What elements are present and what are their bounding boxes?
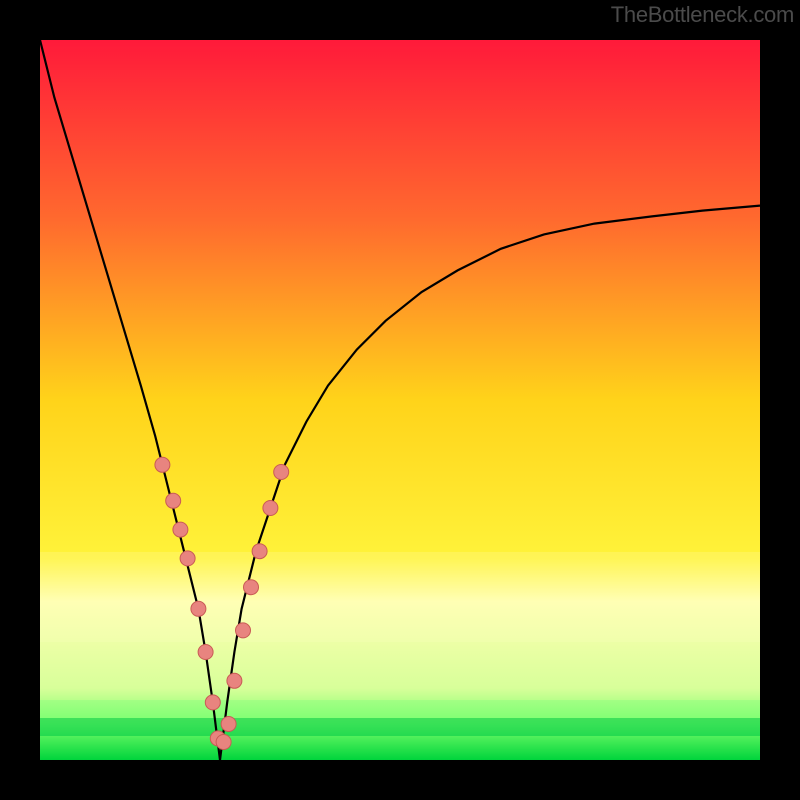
marker-point bbox=[263, 501, 278, 516]
marker-point bbox=[205, 695, 220, 710]
marker-point bbox=[227, 673, 242, 688]
marker-point bbox=[274, 465, 289, 480]
marker-point bbox=[180, 551, 195, 566]
plot-background bbox=[40, 40, 760, 760]
marker-point bbox=[166, 493, 181, 508]
marker-point bbox=[236, 623, 251, 638]
marker-point bbox=[252, 544, 267, 559]
watermark: TheBottleneck.com bbox=[611, 2, 794, 28]
marker-point bbox=[155, 457, 170, 472]
marker-point bbox=[191, 601, 206, 616]
marker-point bbox=[244, 580, 259, 595]
marker-point bbox=[173, 522, 188, 537]
marker-point bbox=[216, 735, 231, 750]
chart-canvas bbox=[0, 0, 800, 800]
marker-point bbox=[198, 645, 213, 660]
marker-point bbox=[221, 717, 236, 732]
